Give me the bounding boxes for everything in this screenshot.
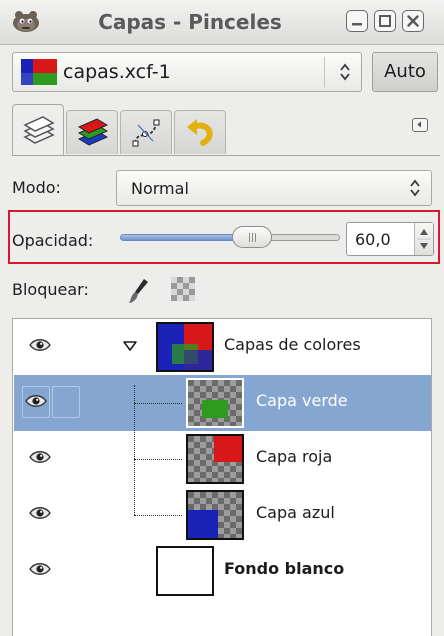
opacity-value: 60,0 (355, 230, 391, 249)
chain-toggle[interactable] (52, 386, 80, 418)
image-selector[interactable]: capas.xcf-1 (12, 52, 362, 92)
paths-icon (132, 119, 160, 147)
layers-icon (23, 116, 55, 144)
maximize-button[interactable] (374, 10, 396, 32)
eye-visibility-icon[interactable] (24, 393, 48, 409)
eye-visibility-icon[interactable] (28, 505, 52, 521)
eye-visibility-icon[interactable] (28, 337, 52, 353)
lock-label: Bloquear: (12, 280, 89, 299)
image-thumbnail (21, 59, 57, 85)
layer-name[interactable]: Capa verde (256, 391, 348, 410)
alpha-lock-icon[interactable] (170, 276, 196, 302)
layer-name[interactable]: Capa roja (256, 447, 332, 466)
layer-row-capas-de-colores[interactable]: Capas de colores (14, 319, 431, 375)
tab-menu-button[interactable] (412, 118, 428, 132)
layer-row-capa-roja[interactable]: Capa roja (14, 431, 431, 487)
eye-visibility-icon[interactable] (28, 561, 52, 577)
maximize-icon (379, 15, 391, 27)
minimize-icon (352, 23, 362, 26)
tab-undo-history[interactable] (174, 110, 226, 154)
layer-name[interactable]: Capa azul (256, 503, 335, 522)
image-name: capas.xcf-1 (63, 61, 171, 83)
tab-layers[interactable] (12, 104, 64, 156)
opacity-label: Opacidad: (12, 231, 94, 250)
layer-name[interactable]: Fondo blanco (224, 559, 344, 578)
auto-button[interactable]: Auto (372, 52, 438, 92)
opacity-spin-buttons[interactable] (414, 223, 433, 255)
window-title: Capas - Pinceles (98, 10, 282, 34)
expander-triangle-icon[interactable] (122, 339, 138, 353)
spin-arrows-icon (417, 229, 431, 249)
layer-list[interactable]: Capas de colores Capa verde Capa roja Ca… (12, 318, 432, 636)
eye-visibility-icon[interactable] (28, 449, 52, 465)
brush-lock-icon[interactable] (126, 276, 152, 306)
layer-thumbnail (156, 546, 214, 596)
layer-thumbnail (186, 490, 244, 540)
opacity-spinbox[interactable]: 60,0 (346, 222, 434, 256)
title-bar[interactable]: Capas - Pinceles (0, 0, 444, 45)
layer-thumbnail (156, 322, 214, 372)
mode-label: Modo: (12, 178, 61, 197)
updown-arrows-icon (410, 179, 420, 197)
opacity-slider-handle[interactable] (232, 226, 272, 248)
close-icon (407, 15, 419, 27)
close-button[interactable] (402, 10, 424, 32)
layer-row-fondo-blanco[interactable]: Fondo blanco (14, 543, 431, 599)
tab-paths[interactable] (120, 110, 172, 154)
mode-select[interactable]: Normal (116, 170, 432, 206)
layer-row-capa-azul[interactable]: Capa azul (14, 487, 431, 543)
layer-thumbnail (186, 378, 244, 428)
tab-menu-icon (417, 121, 421, 128)
tree-connector (134, 385, 135, 515)
minimize-button[interactable] (346, 10, 368, 32)
layers-dialog: Capas - Pinceles capas.xcf-1 Auto Modo: … (0, 0, 444, 636)
layer-thumbnail (186, 434, 244, 484)
gimp-mascot-icon (13, 11, 39, 32)
updown-arrows-icon (340, 63, 350, 81)
tree-connector (134, 403, 182, 404)
undo-history-icon (187, 119, 213, 146)
channels-icon (77, 118, 109, 146)
tab-channels[interactable] (66, 110, 118, 154)
layer-name[interactable]: Capas de colores (224, 335, 361, 354)
layer-row-capa-verde[interactable]: Capa verde (14, 375, 431, 431)
tree-connector (134, 515, 182, 516)
tree-connector (134, 459, 182, 460)
mode-value: Normal (131, 179, 189, 198)
